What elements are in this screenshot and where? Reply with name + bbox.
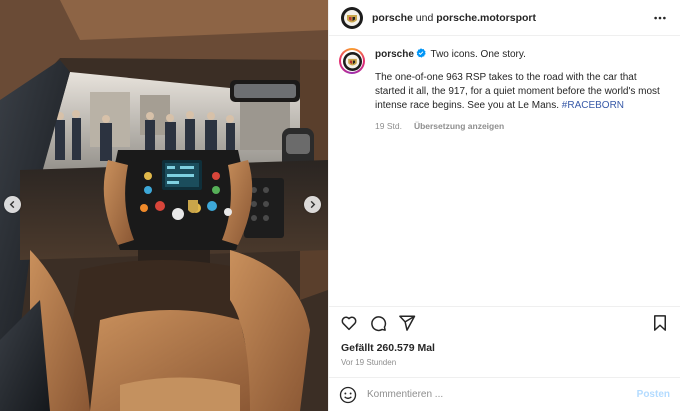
post-comment-button[interactable]: Posten [637, 389, 670, 400]
comment-icon [371, 315, 387, 331]
caption-username[interactable]: porsche [375, 49, 414, 60]
post-side-panel: porsche und porsche.motorsport porsche T… [328, 0, 680, 411]
bookmark-icon [654, 314, 666, 331]
like-button[interactable] [339, 313, 359, 333]
caption-avatar[interactable] [339, 48, 365, 74]
caption-headline: Two icons. One story. [430, 49, 526, 60]
heart-icon [341, 316, 357, 330]
more-horizontal-icon [654, 16, 666, 19]
chevron-left-icon [9, 200, 15, 209]
save-button[interactable] [650, 313, 670, 333]
caption-meta: 19 Std. Übersetzung anzeigen [375, 119, 668, 133]
next-image-button[interactable] [304, 196, 321, 213]
like-count[interactable]: Gefällt 260.579 Mal [329, 338, 680, 354]
author-avatar[interactable] [341, 6, 363, 29]
action-bar [329, 306, 680, 338]
caption: porsche Two icons. One story. The one-of… [339, 48, 668, 133]
chevron-right-icon [310, 200, 316, 209]
paper-plane-icon [399, 315, 416, 331]
post-authors: porsche und porsche.motorsport [372, 12, 652, 24]
comment-button[interactable] [368, 313, 388, 333]
caption-text: The one-of-one 963 RSP takes to the road… [375, 71, 668, 113]
smiley-icon[interactable] [339, 386, 357, 404]
post-age: Vor 19 Stunden [341, 358, 397, 367]
author-primary-link[interactable]: porsche [372, 12, 413, 24]
instagram-post: porsche und porsche.motorsport porsche T… [0, 0, 680, 411]
previous-image-button[interactable] [4, 196, 21, 213]
verified-badge-icon [416, 48, 426, 58]
share-button[interactable] [397, 313, 417, 333]
caption-body: porsche Two icons. One story. The one-of… [375, 48, 668, 133]
hashtag-link[interactable]: #RACEBORN [562, 100, 624, 111]
caption-timestamp: 19 Std. [375, 121, 402, 131]
post-header: porsche und porsche.motorsport [329, 0, 680, 36]
post-media[interactable] [0, 0, 328, 411]
caption-first-line: porsche Two icons. One story. [375, 48, 668, 62]
author-secondary-link[interactable]: porsche.motorsport [436, 12, 536, 24]
cockpit-photo [0, 0, 328, 411]
avatar-image [341, 6, 363, 29]
avatar-image [342, 51, 362, 71]
author-connector: und [415, 11, 434, 24]
translate-link[interactable]: Übersetzung anzeigen [414, 121, 504, 131]
caption-area: porsche Two icons. One story. The one-of… [329, 36, 680, 306]
comment-input[interactable] [367, 389, 637, 400]
more-options-button[interactable] [652, 10, 668, 26]
comment-bar: Posten [329, 377, 680, 411]
